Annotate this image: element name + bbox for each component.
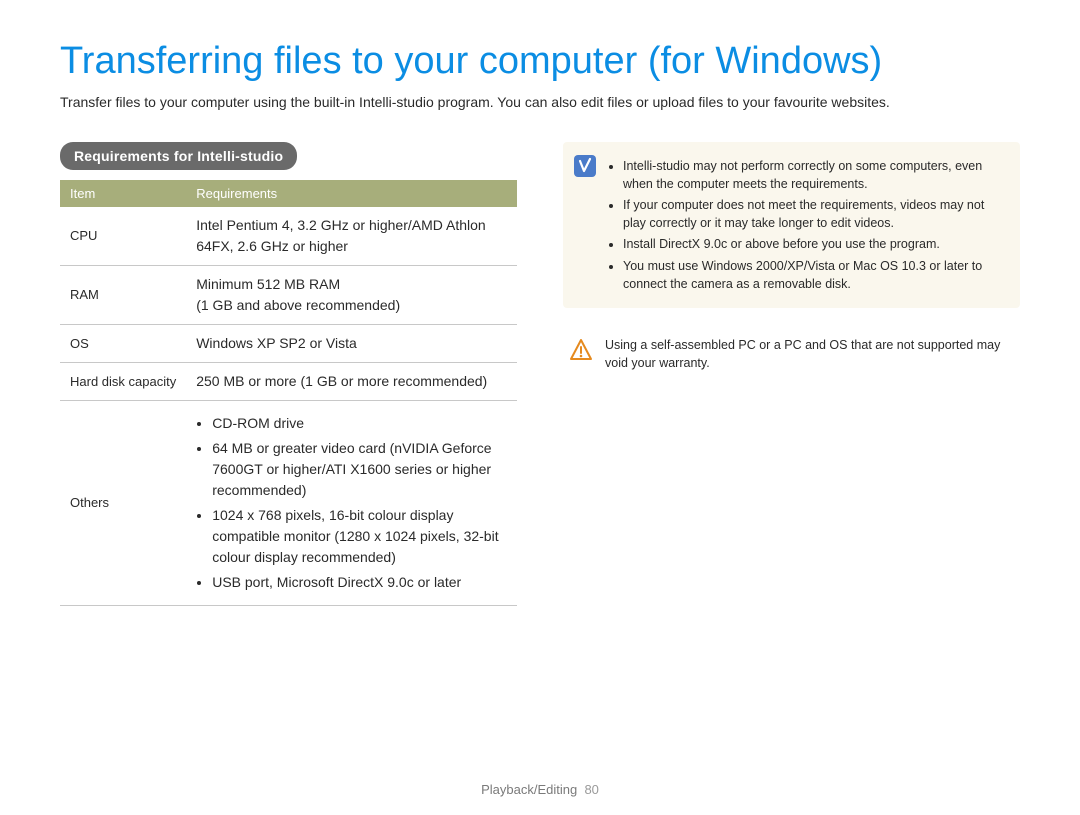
list-item: Install DirectX 9.0c or above before you… — [623, 235, 1006, 253]
list-item: 1024 x 768 pixels, 16-bit colour display… — [212, 505, 507, 568]
list-item: CD-ROM drive — [212, 413, 507, 434]
list-item: USB port, Microsoft DirectX 9.0c or late… — [212, 572, 507, 593]
table-row: CPU Intel Pentium 4, 3.2 GHz or higher/A… — [60, 207, 517, 266]
warning-text: Using a self-assembled PC or a PC and OS… — [605, 336, 1020, 372]
req-label: CPU — [60, 207, 186, 266]
req-label: RAM — [60, 265, 186, 324]
req-label: Hard disk capacity — [60, 362, 186, 400]
list-item: You must use Windows 2000/XP/Vista or Ma… — [623, 257, 1006, 293]
page-intro: Transfer files to your computer using th… — [60, 92, 1020, 112]
table-row: OS Windows XP SP2 or Vista — [60, 324, 517, 362]
table-row: Others CD-ROM drive 64 MB or greater vid… — [60, 400, 517, 605]
req-value-others: CD-ROM drive 64 MB or greater video card… — [186, 400, 517, 605]
list-item: Intelli-studio may not perform correctly… — [623, 157, 1006, 193]
page-title: Transferring files to your computer (for… — [60, 40, 1020, 84]
req-value: Minimum 512 MB RAM(1 GB and above recomm… — [186, 265, 517, 324]
list-item: 64 MB or greater video card (nVIDIA Gefo… — [212, 438, 507, 501]
two-column-layout: Requirements for Intelli-studio Item Req… — [60, 142, 1020, 606]
right-column: Intelli-studio may not perform correctly… — [563, 142, 1020, 372]
page-footer: Playback/Editing 80 — [0, 782, 1080, 797]
table-header-req: Requirements — [186, 180, 517, 207]
list-item: If your computer does not meet the requi… — [623, 196, 1006, 232]
req-label: Others — [60, 400, 186, 605]
req-value: Windows XP SP2 or Vista — [186, 324, 517, 362]
left-column: Requirements for Intelli-studio Item Req… — [60, 142, 517, 606]
footer-section: Playback/Editing — [481, 782, 577, 797]
info-icon — [573, 154, 597, 178]
req-value: Intel Pentium 4, 3.2 GHz or higher/AMD A… — [186, 207, 517, 266]
table-row: RAM Minimum 512 MB RAM(1 GB and above re… — [60, 265, 517, 324]
req-label: OS — [60, 324, 186, 362]
footer-page-number: 80 — [584, 782, 598, 797]
requirements-table: Item Requirements CPU Intel Pentium 4, 3… — [60, 180, 517, 606]
warning-note: Using a self-assembled PC or a PC and OS… — [563, 336, 1020, 372]
req-value: 250 MB or more (1 GB or more recommended… — [186, 362, 517, 400]
info-note: Intelli-studio may not perform correctly… — [563, 142, 1020, 308]
table-header-item: Item — [60, 180, 186, 207]
requirements-heading: Requirements for Intelli-studio — [60, 142, 297, 170]
warning-icon — [569, 338, 593, 362]
table-row: Hard disk capacity 250 MB or more (1 GB … — [60, 362, 517, 400]
